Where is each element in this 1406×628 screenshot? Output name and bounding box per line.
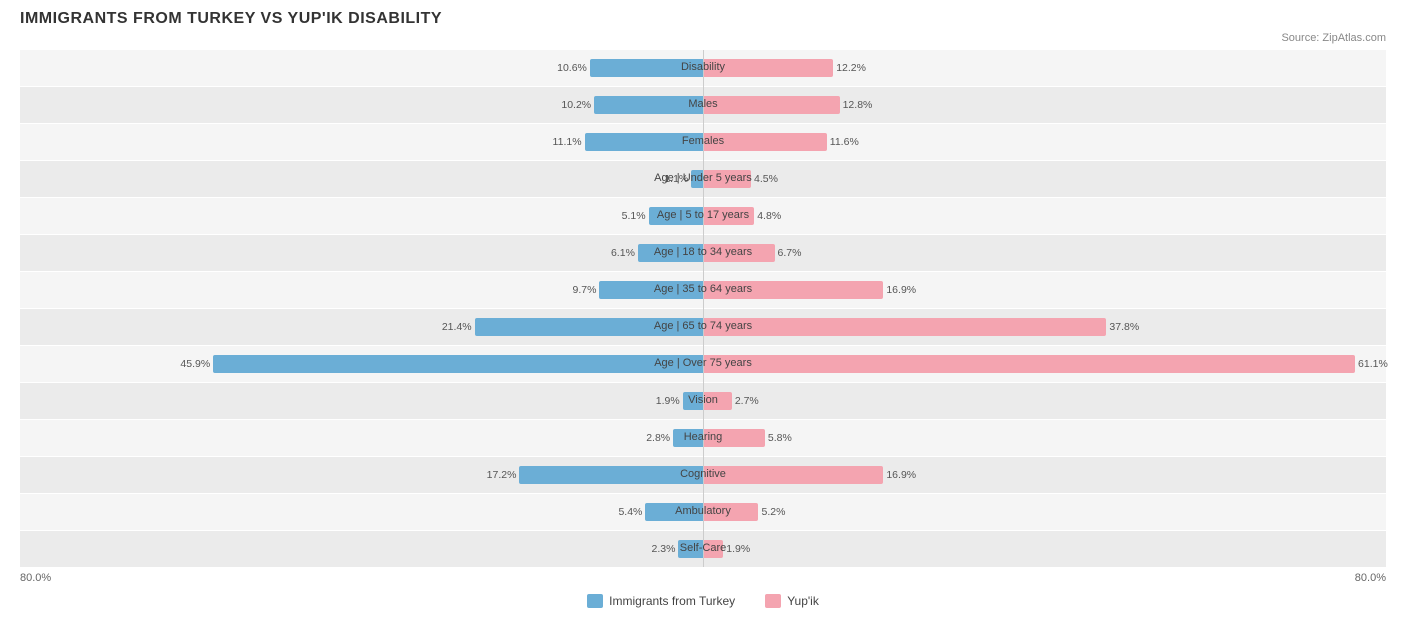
bar-pink bbox=[703, 355, 1355, 373]
value-left: 21.4% bbox=[442, 321, 475, 333]
right-section: 61.1% bbox=[703, 346, 1386, 382]
right-section: 37.8% bbox=[703, 309, 1386, 345]
value-left: 10.6% bbox=[557, 62, 590, 74]
legend-pink: Yup'ik bbox=[765, 594, 819, 608]
bar-pink bbox=[703, 466, 883, 484]
source-label: Source: ZipAtlas.com bbox=[20, 32, 1386, 44]
left-section: 9.7% bbox=[20, 272, 703, 308]
value-left: 2.3% bbox=[652, 543, 679, 555]
axis-right: 80.0% bbox=[1355, 572, 1386, 584]
right-section: 16.9% bbox=[703, 272, 1386, 308]
chart-title: IMMIGRANTS FROM TURKEY VS YUP'IK DISABIL… bbox=[20, 10, 1386, 28]
legend: Immigrants from Turkey Yup'ik bbox=[20, 594, 1386, 608]
bar-blue bbox=[519, 466, 703, 484]
value-right: 16.9% bbox=[883, 284, 916, 296]
value-right: 16.9% bbox=[883, 469, 916, 481]
left-section: 45.9% bbox=[20, 346, 703, 382]
value-left: 9.7% bbox=[573, 284, 600, 296]
left-section: 21.4% bbox=[20, 309, 703, 345]
row-label: Ambulatory bbox=[675, 505, 731, 517]
axis-row: 80.0% 80.0% bbox=[20, 568, 1386, 590]
right-section: 12.2% bbox=[703, 50, 1386, 86]
legend-pink-swatch bbox=[765, 594, 781, 608]
bar-pink bbox=[703, 318, 1106, 336]
value-left: 2.8% bbox=[646, 432, 673, 444]
right-section: 4.5% bbox=[703, 161, 1386, 197]
row-label: Disability bbox=[681, 61, 725, 73]
left-section: 1.9% bbox=[20, 383, 703, 419]
right-section: 5.2% bbox=[703, 494, 1386, 530]
row-label: Age | 18 to 34 years bbox=[654, 246, 752, 258]
left-section: 6.1% bbox=[20, 235, 703, 271]
row-label: Age | 65 to 74 years bbox=[654, 320, 752, 332]
legend-blue: Immigrants from Turkey bbox=[587, 594, 735, 608]
right-section: 4.8% bbox=[703, 198, 1386, 234]
right-section: 5.8% bbox=[703, 420, 1386, 456]
axis-left: 80.0% bbox=[20, 572, 51, 584]
left-section: 5.1% bbox=[20, 198, 703, 234]
value-right: 61.1% bbox=[1355, 358, 1388, 370]
value-right: 6.7% bbox=[775, 247, 802, 259]
row-label: Age | Under 5 years bbox=[654, 172, 752, 184]
bar-blue bbox=[594, 96, 703, 114]
left-section: 5.4% bbox=[20, 494, 703, 530]
legend-blue-swatch bbox=[587, 594, 603, 608]
row-label: Self-Care bbox=[680, 542, 726, 554]
right-section: 11.6% bbox=[703, 124, 1386, 160]
value-left: 5.4% bbox=[618, 506, 645, 518]
left-section: 10.6% bbox=[20, 50, 703, 86]
right-section: 2.7% bbox=[703, 383, 1386, 419]
value-right: 12.2% bbox=[833, 62, 866, 74]
value-left: 17.2% bbox=[487, 469, 520, 481]
right-section: 16.9% bbox=[703, 457, 1386, 493]
bar-blue bbox=[213, 355, 703, 373]
row-label: Hearing bbox=[684, 431, 723, 443]
left-section: 10.2% bbox=[20, 87, 703, 123]
value-left: 11.1% bbox=[553, 136, 585, 148]
legend-pink-label: Yup'ik bbox=[787, 594, 819, 608]
row-label: Age | 5 to 17 years bbox=[657, 209, 749, 221]
value-right: 4.5% bbox=[751, 173, 778, 185]
value-right: 12.8% bbox=[840, 99, 873, 111]
row-label: Vision bbox=[688, 394, 718, 406]
value-left: 45.9% bbox=[180, 358, 213, 370]
value-right: 4.8% bbox=[754, 210, 781, 222]
right-section: 6.7% bbox=[703, 235, 1386, 271]
left-section: 2.3% bbox=[20, 531, 703, 567]
value-right: 11.6% bbox=[827, 136, 859, 148]
row-label: Females bbox=[682, 135, 724, 147]
row-label: Age | Over 75 years bbox=[654, 357, 752, 369]
right-section: 1.9% bbox=[703, 531, 1386, 567]
row-label: Males bbox=[688, 98, 717, 110]
row-label: Cognitive bbox=[680, 468, 726, 480]
value-right: 5.8% bbox=[765, 432, 792, 444]
value-right: 1.9% bbox=[723, 543, 750, 555]
value-right: 37.8% bbox=[1106, 321, 1139, 333]
value-left: 1.9% bbox=[656, 395, 683, 407]
bar-pink bbox=[703, 96, 840, 114]
right-section: 12.8% bbox=[703, 87, 1386, 123]
value-left: 5.1% bbox=[622, 210, 649, 222]
center-line bbox=[703, 50, 704, 567]
row-label: Age | 35 to 64 years bbox=[654, 283, 752, 295]
left-section: 2.8% bbox=[20, 420, 703, 456]
value-left: 6.1% bbox=[611, 247, 638, 259]
legend-blue-label: Immigrants from Turkey bbox=[609, 594, 735, 608]
value-left: 10.2% bbox=[561, 99, 594, 111]
left-section: 17.2% bbox=[20, 457, 703, 493]
value-right: 2.7% bbox=[732, 395, 759, 407]
left-section: 11.1% bbox=[20, 124, 703, 160]
left-section: 1.1% bbox=[20, 161, 703, 197]
chart-wrapper: 10.6% 12.2% Disability 10.2% 12.8% Males 11.1%… bbox=[20, 50, 1386, 567]
value-right: 5.2% bbox=[758, 506, 785, 518]
